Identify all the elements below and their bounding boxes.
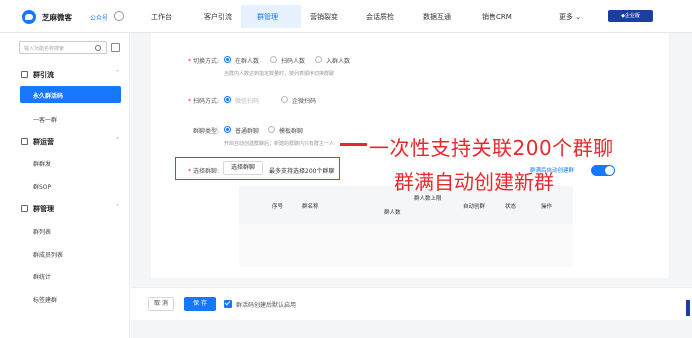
option-label: 普通群聊 [235,128,260,135]
group-type-hint: 开启自动创建群聊后，新建的群聊内只有群主一人 [224,141,335,147]
option-label: 微信扫码 [235,98,260,105]
brand-name: 芝麻微客 [42,13,72,22]
nav-group-management[interactable]: 群管理 [257,12,278,22]
sidebar-item-tag-group[interactable]: 标签建群 [33,295,57,304]
group-drainage-icon [21,71,28,78]
column-header: 群名称 [302,204,319,210]
sidebar-item-group-stats[interactable]: 群统计 [33,272,51,281]
annotation-arrow-line [340,143,367,146]
app-logo-icon [22,10,36,24]
form-footer: 取 消 保 存 群活码创建后默认启用 [131,287,692,320]
enterprise-badge[interactable]: ◆企业版 [608,10,653,22]
column-header: 状态 [505,204,517,210]
channel-link[interactable]: 公众号 [90,13,108,22]
enable-by-default-label: 群活码创建后默认启用 [236,302,297,309]
group-management-icon [21,205,28,212]
column-header: 自动创群 [463,204,486,210]
radio-normal-group[interactable] [224,126,231,133]
sidebar: 输入功能名称搜索 群引流 ˄ 永久群活码 一客一群 群运营 ˄ 群群发 群SOP… [0,33,130,338]
select-group-label: * 选择群聊: [188,168,219,175]
sidebar-item-label: 永久群活码 [33,93,64,100]
select-group-button[interactable]: 选择群聊 [223,161,263,175]
nav-workbench[interactable]: 工作台 [151,12,172,22]
search-icon [95,45,101,51]
nav-customer-acquisition[interactable]: 客户引流 [204,12,232,22]
sidebar-item-permanent-qrcode[interactable]: 永久群活码 [20,86,121,103]
group-type-label: 群聊类型: [192,128,219,135]
radio-wechat-scan[interactable] [224,96,231,103]
sidebar-search-input[interactable]: 输入功能名称搜索 [19,41,107,54]
sidebar-item-group-broadcast[interactable]: 群群发 [33,159,51,168]
cancel-button[interactable]: 取 消 [148,297,174,311]
option-label: 扫码人数 [281,58,306,65]
scroll-edge-marker [686,300,690,316]
radio-wecom-scan[interactable] [281,96,288,103]
group-table-body [239,224,573,267]
column-header: 群人数上限 [414,196,442,202]
nav-data-sync[interactable]: 数据互通 [423,12,451,22]
column-header: 操作 [541,204,553,210]
nav-session-inspection[interactable]: 会话质检 [366,12,394,22]
sidebar-item-group-sop[interactable]: 群SOP [33,182,51,191]
sidebar-group-management[interactable]: 群管理 [33,204,54,214]
top-navigation-bar: 芝麻微客 公众号 工作台 客户引流 群管理 营销裂变 会话质检 数据互通 销售C… [0,0,692,33]
collapse-sidebar-icon[interactable] [111,43,120,52]
annotation-text-line1: 一次性支持关联200个群聊 [369,136,614,160]
radio-in-group-count[interactable] [224,56,231,63]
option-label: 入群人数 [326,58,351,65]
chevron-up-icon[interactable]: ˄ [116,204,119,211]
clock-icon[interactable] [114,11,124,21]
nav-marketing-fission[interactable]: 营销裂变 [310,12,338,22]
chevron-up-icon[interactable]: ˄ [116,70,119,77]
option-label: 模板群聊 [279,128,304,135]
nav-sales-crm[interactable]: 销售CRM [482,12,512,22]
switch-mode-label: * 切换方式: [188,58,219,65]
option-label: 在群人数 [235,58,260,65]
column-header: 序号 [272,204,284,210]
sidebar-group-drainage[interactable]: 群引流 [33,70,54,80]
enable-by-default-checkbox[interactable] [224,300,232,308]
chevron-up-icon[interactable]: ˄ [116,137,119,144]
nav-more[interactable]: 更多 ⌄ [559,12,581,22]
option-label: 企微扫码 [292,98,317,105]
switch-hint: 当群内人数达到指定数量时，按列表顺序切换群聊 [224,71,335,77]
search-placeholder: 输入功能名称搜索 [24,46,65,52]
group-operation-icon [21,138,28,145]
radio-join-count[interactable] [315,56,322,63]
sidebar-group-operation[interactable]: 群运营 [33,137,54,147]
radio-scan-count[interactable] [270,56,277,63]
scan-mode-label: * 扫码方式: [188,98,219,105]
sidebar-item-group-list[interactable]: 群列表 [33,227,51,236]
radio-template-group[interactable] [268,126,275,133]
sidebar-item-one-customer-one-group[interactable]: 一客一群 [33,115,57,124]
annotation-text-line2: 群满自动创建新群 [394,170,554,194]
select-group-hint: 最多支持选择200个群聊 [269,168,335,175]
auto-create-toggle[interactable] [591,165,615,176]
column-header: 群人数 [384,210,401,216]
sidebar-item-member-list[interactable]: 群成员列表 [33,250,63,259]
save-button[interactable]: 保 存 [184,297,216,311]
